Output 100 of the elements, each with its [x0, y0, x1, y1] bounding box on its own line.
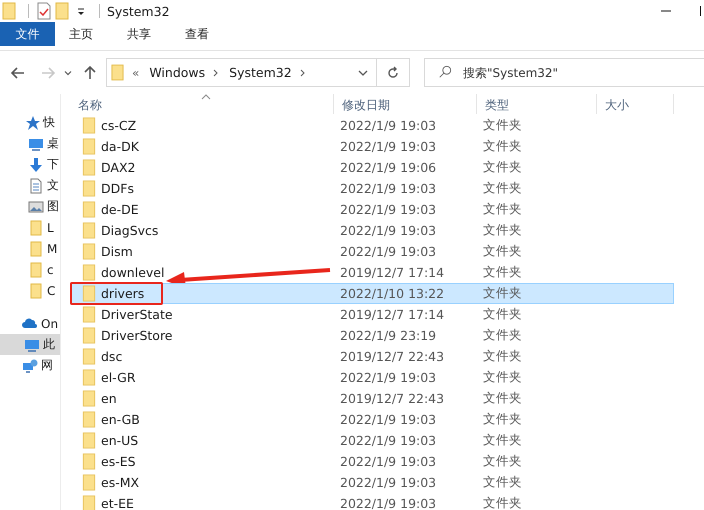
folder-icon — [82, 474, 96, 491]
chevron-right-icon[interactable] — [213, 68, 220, 76]
file-type: 文件夹 — [482, 453, 523, 470]
sidebar-item[interactable]: 图 — [0, 196, 60, 217]
file-name: DriverStore — [101, 328, 173, 343]
modified-date: 2019/12/7 22:43 — [339, 349, 446, 364]
file-row[interactable]: Dism 2022/1/9 19:03 文件夹 — [70, 241, 674, 262]
modified-date: 2022/1/9 19:03 — [339, 139, 438, 154]
folder-icon — [82, 390, 96, 407]
folder-icon — [82, 432, 96, 449]
folder-icon — [28, 220, 44, 236]
sidebar-item[interactable]: C — [0, 280, 60, 301]
chevron-right-icon[interactable] — [300, 68, 306, 76]
folder-icon — [82, 306, 96, 323]
modified-date: 2022/1/9 19:03 — [339, 118, 438, 133]
sidebar-item[interactable]: 下 — [0, 154, 60, 175]
file-row[interactable]: dsc 2019/12/7 22:43 文件夹 — [70, 346, 674, 367]
back-arrow-icon[interactable] — [10, 64, 26, 80]
search-icon — [438, 65, 452, 79]
sidebar-item[interactable]: L — [0, 217, 60, 238]
file-row[interactable]: DiagSvcs 2022/1/9 19:03 文件夹 — [70, 220, 674, 241]
sidebar-item[interactable]: 文 — [0, 175, 60, 196]
sidebar-item[interactable]: 快 — [0, 112, 60, 133]
file-type: 文件夹 — [482, 159, 523, 176]
file-type: 文件夹 — [482, 243, 523, 260]
folder-icon — [28, 240, 44, 256]
file-name: DAX2 — [101, 160, 136, 175]
file-name: en-US — [101, 433, 138, 448]
file-row[interactable]: DriverStore 2022/1/9 23:19 文件夹 — [70, 325, 674, 346]
sidebar-item[interactable]: M — [0, 238, 60, 259]
file-row[interactable]: cs-CZ 2022/1/9 19:03 文件夹 — [70, 115, 674, 136]
file-type: 文件夹 — [482, 327, 523, 344]
folder-icon — [82, 264, 96, 281]
document-icon — [28, 178, 44, 194]
checklist-icon[interactable] — [37, 2, 51, 20]
file-type: 文件夹 — [482, 432, 523, 449]
modified-date: 2022/1/9 19:03 — [339, 244, 438, 259]
overflow-marker[interactable]: « — [132, 66, 140, 80]
file-name: en — [101, 391, 117, 406]
modified-date: 2022/1/9 19:03 — [339, 433, 438, 448]
breadcrumb[interactable]: System32 — [229, 65, 292, 80]
file-name: de-DE — [101, 202, 139, 217]
file-type: 文件夹 — [482, 138, 523, 155]
file-type: 文件夹 — [482, 117, 523, 134]
file-row[interactable]: DDFs 2022/1/9 19:03 文件夹 — [70, 178, 674, 199]
file-row[interactable]: en-GB 2022/1/9 19:03 文件夹 — [70, 409, 674, 430]
column-header[interactable]: 名称 — [70, 94, 333, 114]
sidebar-item[interactable]: 桌 — [0, 133, 60, 154]
ribbon-tab[interactable]: 文件 — [0, 22, 55, 46]
file-name: et-EE — [101, 496, 134, 510]
modified-date: 2022/1/10 13:22 — [339, 286, 446, 301]
file-type: 文件夹 — [482, 495, 523, 510]
file-name: el-GR — [101, 370, 136, 385]
file-name: downlevel — [101, 265, 164, 280]
file-row[interactable]: el-GR 2022/1/9 19:03 文件夹 — [70, 367, 674, 388]
sidebar-item[interactable]: c — [0, 259, 60, 280]
file-type: 文件夹 — [482, 201, 523, 218]
file-row[interactable]: es-ES 2022/1/9 19:03 文件夹 — [70, 451, 674, 472]
file-row[interactable]: es-MX 2022/1/9 19:03 文件夹 — [70, 472, 674, 493]
sidebar-item[interactable]: 此 — [0, 334, 60, 355]
modified-date: 2019/12/7 17:14 — [339, 307, 446, 322]
file-type: 文件夹 — [482, 264, 523, 281]
chevron-down-icon[interactable] — [358, 70, 368, 76]
file-type: 文件夹 — [482, 222, 523, 239]
file-row[interactable]: de-DE 2022/1/9 19:03 文件夹 — [70, 199, 674, 220]
file-name: DiagSvcs — [101, 223, 158, 238]
modified-date: 2022/1/9 19:03 — [339, 454, 438, 469]
folder-icon — [82, 369, 96, 386]
folder-icon — [82, 117, 96, 134]
file-row[interactable]: downlevel 2019/12/7 17:14 文件夹 — [70, 262, 674, 283]
file-row[interactable]: DAX2 2022/1/9 19:06 文件夹 — [70, 157, 674, 178]
up-arrow-icon[interactable] — [82, 64, 98, 80]
file-row[interactable]: en-US 2022/1/9 19:03 文件夹 — [70, 430, 674, 451]
file-row[interactable]: et-EE 2022/1/9 19:03 文件夹 — [70, 493, 674, 510]
file-type: 文件夹 — [482, 348, 523, 365]
file-type: 文件夹 — [482, 285, 523, 302]
refresh-icon[interactable] — [386, 66, 400, 80]
folder-icon — [82, 180, 96, 197]
file-row[interactable]: drivers 2022/1/10 13:22 文件夹 — [70, 283, 674, 304]
file-row[interactable]: DriverState 2019/12/7 17:14 文件夹 — [70, 304, 674, 325]
modified-date: 2022/1/9 19:03 — [339, 370, 438, 385]
sidebar-item[interactable]: On — [0, 313, 60, 334]
file-name: DriverState — [101, 307, 173, 322]
address-bar[interactable]: « Windows System32 — [106, 58, 410, 87]
modified-date: 2022/1/9 19:03 — [339, 412, 438, 427]
folder-icon — [82, 495, 96, 510]
file-type: 文件夹 — [482, 390, 523, 407]
folder-icon — [82, 243, 96, 260]
file-row[interactable]: en 2019/12/7 22:43 文件夹 — [70, 388, 674, 409]
column-header[interactable]: 大小 — [596, 94, 674, 114]
search-field[interactable]: 搜索"System32" — [424, 58, 704, 87]
file-name: cs-CZ — [101, 118, 136, 133]
column-header[interactable]: 修改日期 — [333, 94, 476, 114]
sidebar-item[interactable]: 网 — [0, 355, 60, 376]
file-row[interactable]: da-DK 2022/1/9 19:03 文件夹 — [70, 136, 674, 157]
dropdown-icon[interactable] — [77, 8, 85, 16]
folder-icon — [28, 282, 44, 298]
column-header[interactable]: 类型 — [476, 94, 596, 114]
network-icon — [22, 358, 38, 374]
breadcrumb[interactable]: Windows — [149, 65, 206, 80]
